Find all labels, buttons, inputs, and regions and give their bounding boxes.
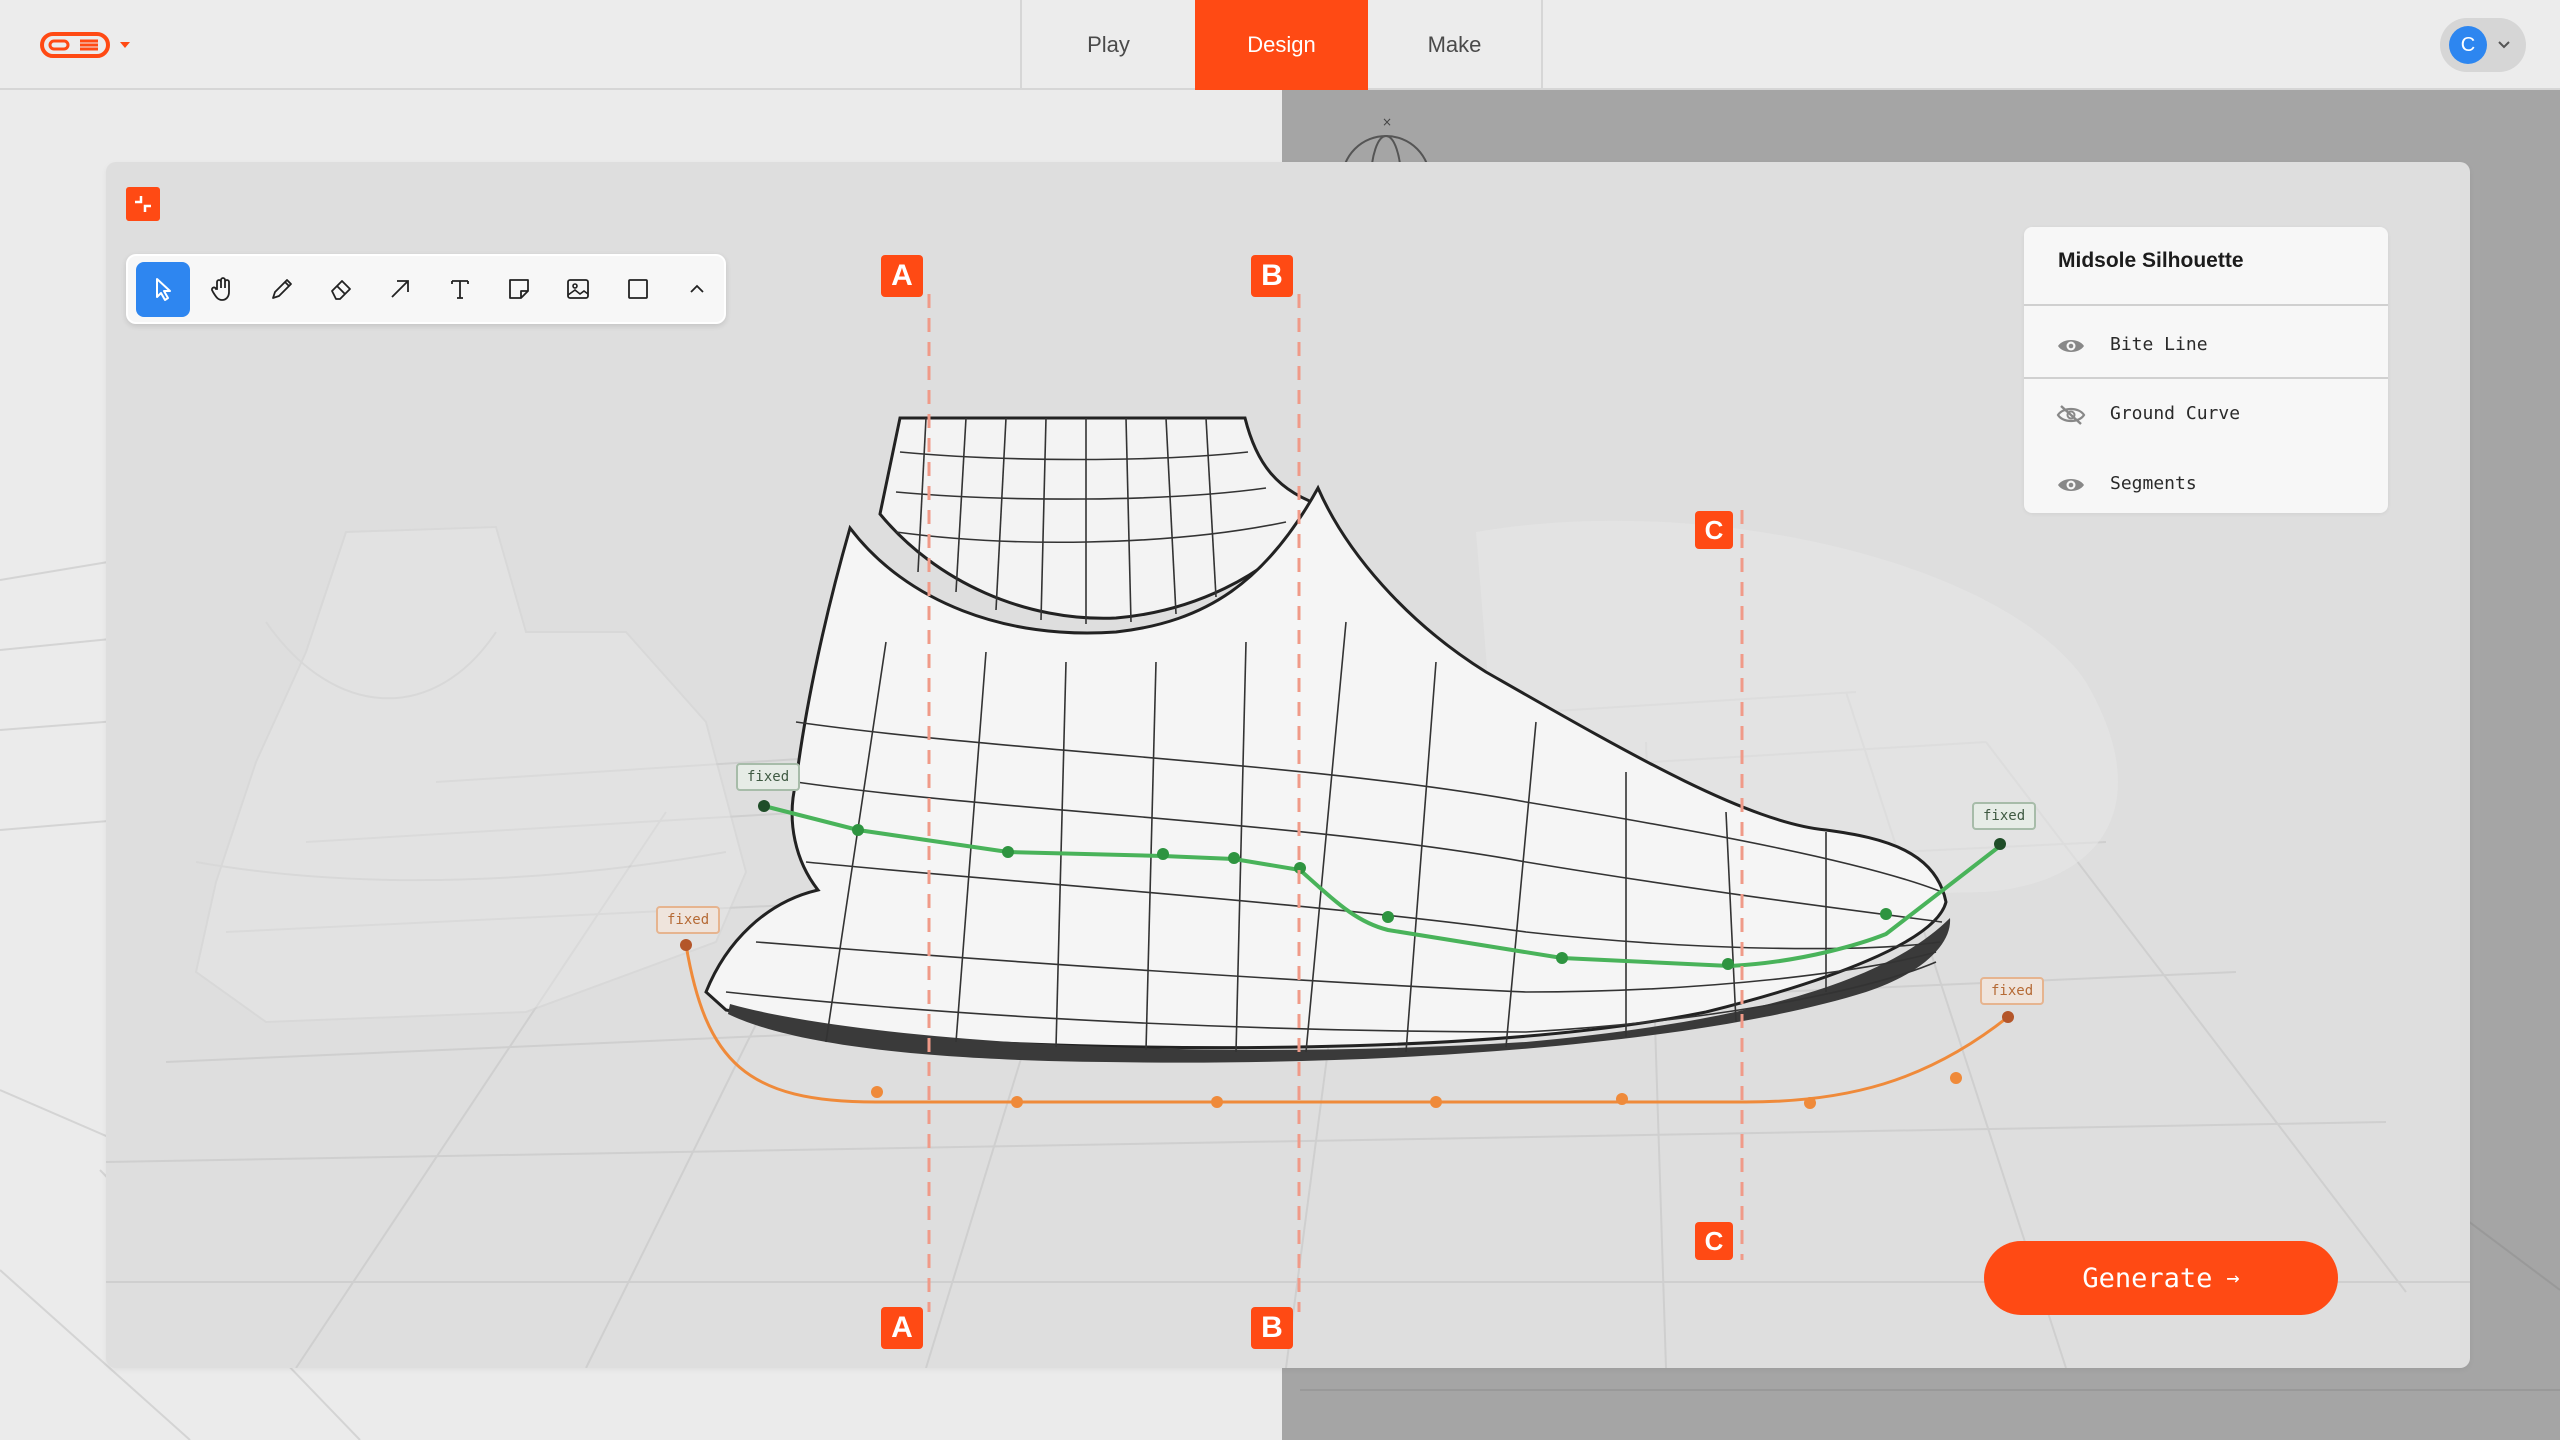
section-marker-c-top[interactable]: C <box>1695 511 1733 549</box>
hand-tool[interactable] <box>195 262 249 317</box>
ghost-shoe <box>194 525 748 1024</box>
image-icon <box>567 279 590 299</box>
select-tool[interactable] <box>136 261 191 317</box>
user-menu[interactable]: C <box>2440 18 2526 72</box>
eye-icon[interactable] <box>2056 335 2086 357</box>
pointer-icon <box>156 278 172 301</box>
tab-make[interactable]: Make <box>1368 0 1541 90</box>
drawing-toolbar <box>126 254 726 324</box>
tab-design[interactable]: Design <box>1195 0 1368 90</box>
svg-text:×: × <box>1382 115 1392 129</box>
generate-button[interactable]: Generate → <box>1984 1241 2338 1315</box>
arrow-right-icon: → <box>2226 1265 2240 1291</box>
fixed-tag-ground-end: fixed <box>1980 977 2045 1005</box>
eraser-tool[interactable] <box>314 262 368 317</box>
layer-bite-line[interactable]: Bite Line <box>2024 316 2388 376</box>
mode-tabs: Play Design Make <box>1020 0 1543 90</box>
layer-label: Ground Curve <box>2110 403 2241 424</box>
section-marker-b-top[interactable]: B <box>1251 255 1293 297</box>
eye-icon[interactable] <box>2056 474 2086 496</box>
sticky-note-icon <box>509 279 529 299</box>
section-marker-b-bottom[interactable]: B <box>1251 1307 1293 1349</box>
collapse-icon <box>135 196 151 212</box>
divider <box>2024 304 2388 306</box>
chevron-down-icon <box>120 42 130 48</box>
image-tool[interactable] <box>551 262 605 317</box>
rectangle-icon <box>627 279 648 299</box>
eraser-icon <box>331 280 351 300</box>
hand-icon <box>211 277 231 301</box>
chevron-down-icon <box>2498 41 2510 49</box>
text-icon <box>450 280 469 299</box>
arrow-icon <box>391 280 410 298</box>
arrow-tool[interactable] <box>373 262 427 317</box>
fixed-tag-bite-end: fixed <box>1972 802 2037 830</box>
logo-menu[interactable] <box>40 29 136 61</box>
text-tool[interactable] <box>432 262 486 317</box>
layers-panel: Midsole Silhouette Bite Line Ground Curv… <box>2024 227 2388 513</box>
chevron-up-icon <box>690 284 704 293</box>
section-marker-c-bottom[interactable]: C <box>1695 1222 1733 1260</box>
top-bar: Play Design Make C <box>0 0 2560 90</box>
rectangle-tool[interactable] <box>610 262 664 317</box>
section-marker-a-top[interactable]: A <box>881 255 923 297</box>
eye-off-icon[interactable] <box>2056 404 2086 426</box>
pencil-tool[interactable] <box>255 262 309 317</box>
tab-play[interactable]: Play <box>1022 0 1195 90</box>
fixed-tag-bite-start: fixed <box>736 763 801 791</box>
os-logo-icon <box>40 32 110 58</box>
avatar: C <box>2449 26 2487 64</box>
layer-label: Segments <box>2110 473 2197 494</box>
collapse-toolbar[interactable] <box>670 262 724 317</box>
fixed-tag-ground-start: fixed <box>656 906 721 934</box>
generate-label: Generate <box>2082 1262 2213 1294</box>
divider <box>2024 377 2388 379</box>
fullscreen-toggle[interactable] <box>126 187 160 221</box>
layers-title: Midsole Silhouette <box>2058 249 2244 272</box>
layer-label: Bite Line <box>2110 334 2208 355</box>
layer-segments[interactable]: Segments <box>2024 455 2388 515</box>
sticky-note-tool[interactable] <box>492 262 546 317</box>
design-canvas[interactable]: A A B B C C fixed fixed fixed fixed Mids… <box>106 162 2470 1368</box>
layer-ground-curve[interactable]: Ground Curve <box>2024 385 2388 445</box>
section-marker-a-bottom[interactable]: A <box>881 1307 923 1349</box>
pencil-icon <box>271 279 292 299</box>
